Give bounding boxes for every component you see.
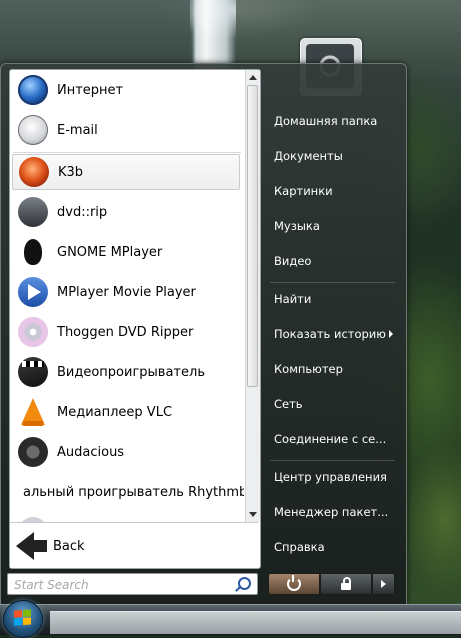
- place-label: Документы: [274, 149, 343, 163]
- program-item-mplayer[interactable]: MPlayer Movie Player: [12, 274, 240, 310]
- program-label: Интернет: [57, 82, 124, 98]
- wallpaper-rock: [0, 0, 190, 70]
- k3b-icon: [19, 157, 49, 187]
- place-control-center[interactable]: Центр управления: [267, 464, 397, 490]
- place-network[interactable]: Сеть: [267, 391, 397, 417]
- program-label: Thoggen DVD Ripper: [57, 324, 194, 340]
- place-label: Компьютер: [274, 362, 343, 376]
- program-item-dvdrip[interactable]: dvd::rip: [12, 194, 240, 230]
- program-item-k3b[interactable]: K3b: [12, 154, 240, 190]
- dvdrip-icon: [18, 197, 48, 227]
- divider: [13, 152, 241, 153]
- video-player-icon: [18, 357, 48, 387]
- back-arrow-icon: [16, 532, 34, 560]
- power-icon: [287, 575, 301, 591]
- program-label: Медиаплеер VLC: [57, 404, 173, 420]
- program-label: E-mail: [57, 122, 98, 138]
- search-input[interactable]: [12, 575, 236, 595]
- place-label: Видео: [274, 254, 312, 268]
- program-label: Видеопроигрыватель: [57, 364, 205, 380]
- place-videos[interactable]: Видео: [267, 248, 397, 274]
- place-recent-history[interactable]: Показать историю: [267, 321, 397, 347]
- back-button[interactable]: Back: [16, 531, 85, 561]
- windows-logo-icon: [14, 609, 32, 627]
- program-item-email[interactable]: E-mail: [12, 112, 240, 148]
- lock-icon: [341, 576, 351, 590]
- power-options-button[interactable]: [372, 573, 395, 595]
- place-label: Справка: [274, 540, 325, 554]
- place-label: Сеть: [274, 397, 303, 411]
- program-item-audacious[interactable]: Audacious: [12, 434, 240, 470]
- place-connect-to-server[interactable]: Соединение с се...: [267, 426, 397, 452]
- place-pictures[interactable]: Картинки: [267, 178, 397, 204]
- program-list: Интернет E-mail K3b dvd::rip GNOME MPlay…: [10, 70, 244, 522]
- place-music[interactable]: Музыка: [267, 213, 397, 239]
- vlc-icon: [18, 397, 48, 427]
- scrollbar-thumb[interactable]: [247, 85, 258, 387]
- place-label: Музыка: [274, 219, 320, 233]
- place-computer[interactable]: Компьютер: [267, 356, 397, 382]
- place-home-folder[interactable]: Домашняя папка: [267, 108, 397, 134]
- program-item-vlc[interactable]: Медиаплеер VLC: [12, 394, 240, 430]
- program-item-partial[interactable]: [12, 514, 240, 522]
- program-label: Audacious: [57, 444, 125, 460]
- back-area: Back: [10, 522, 258, 568]
- place-help[interactable]: Справка: [267, 534, 397, 560]
- divider: [270, 460, 395, 461]
- place-label: Найти: [274, 292, 312, 306]
- place-label: Менеджер пакет...: [274, 505, 389, 519]
- start-search-box[interactable]: [7, 573, 258, 595]
- taskbar-band: [50, 611, 461, 634]
- programs-pane: Интернет E-mail K3b dvd::rip GNOME MPlay…: [9, 69, 261, 569]
- place-search[interactable]: Найти: [267, 286, 397, 312]
- internet-icon: [18, 75, 48, 105]
- search-icon[interactable]: [238, 577, 251, 590]
- program-label: dvd::rip: [57, 204, 108, 220]
- audacious-icon: [18, 437, 48, 467]
- program-item-internet[interactable]: Интернет: [12, 72, 240, 108]
- back-label: Back: [53, 538, 85, 554]
- program-label: K3b: [58, 164, 84, 180]
- lock-button[interactable]: [320, 573, 372, 595]
- shutdown-button[interactable]: [268, 573, 320, 595]
- program-item-thoggen[interactable]: Thoggen DVD Ripper: [12, 314, 240, 350]
- program-label: альный проигрыватель Rhythmbox: [23, 484, 244, 500]
- program-item-video-player[interactable]: Видеопроигрыватель: [12, 354, 240, 390]
- gnome-mplayer-icon: [18, 237, 48, 267]
- thoggen-icon: [18, 317, 48, 347]
- place-label: Картинки: [274, 184, 333, 198]
- place-label: Соединение с се...: [274, 432, 387, 446]
- place-label: Домашняя папка: [274, 114, 378, 128]
- program-label: GNOME MPlayer: [57, 244, 163, 260]
- place-documents[interactable]: Документы: [267, 143, 397, 169]
- taskbar: [0, 604, 461, 635]
- program-item-gnome-mplayer[interactable]: GNOME MPlayer: [12, 234, 240, 270]
- power-controls: [268, 573, 395, 595]
- program-item-rhythmbox[interactable]: альный проигрыватель Rhythmbox: [12, 474, 244, 510]
- email-icon: [18, 115, 48, 145]
- arrow-right-icon: [381, 580, 386, 588]
- divider: [270, 282, 395, 283]
- submenu-arrow-icon: [388, 330, 393, 338]
- scroll-up-icon[interactable]: [249, 75, 257, 80]
- mplayer-icon: [18, 277, 48, 307]
- place-package-manager[interactable]: Менеджер пакет...: [267, 499, 397, 525]
- place-label: Центр управления: [274, 470, 387, 484]
- scroll-down-icon[interactable]: [249, 512, 257, 517]
- place-label: Показать историю: [274, 327, 386, 341]
- program-list-scrollbar[interactable]: [245, 70, 260, 522]
- start-button[interactable]: [3, 600, 43, 638]
- program-label: MPlayer Movie Player: [57, 284, 196, 300]
